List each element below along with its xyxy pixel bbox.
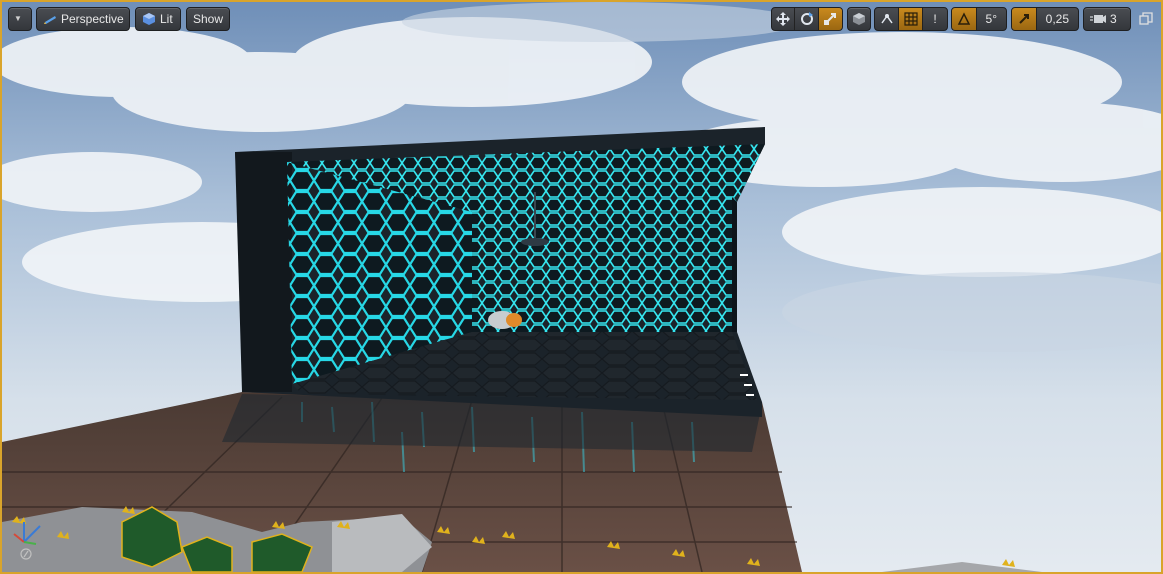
scale-snap-value[interactable]: 0,25 xyxy=(1037,8,1078,30)
maximize-icon[interactable] xyxy=(1139,12,1153,26)
grid-snap-icon xyxy=(903,12,918,26)
scale-snap-group: 0,25 xyxy=(1011,7,1079,31)
translate-button[interactable] xyxy=(772,8,796,30)
transform-mode-group xyxy=(771,7,843,31)
rotate-icon xyxy=(800,12,813,25)
scale-snap-button[interactable] xyxy=(1012,8,1037,30)
axis-gizmo-icon xyxy=(13,522,41,560)
surface-snap-button[interactable] xyxy=(875,8,900,30)
world-local-toggle[interactable] xyxy=(847,7,871,31)
scale-icon xyxy=(824,13,837,25)
grid-snap-value[interactable]: ! xyxy=(923,8,947,30)
translate-icon xyxy=(776,12,791,26)
grid-snap-button[interactable] xyxy=(899,8,924,30)
rotate-button[interactable] xyxy=(795,8,819,30)
surface-snap-icon xyxy=(880,14,893,24)
scale-button[interactable] xyxy=(818,8,842,30)
rotation-snap-group: 5° xyxy=(951,7,1007,31)
lit-sphere-icon xyxy=(142,12,156,26)
grid-snap-group: ! xyxy=(874,7,948,31)
lit-label: Lit xyxy=(160,12,173,26)
rotation-snap-button[interactable] xyxy=(952,8,977,30)
rotation-snap-icon xyxy=(957,12,970,25)
viewport-scene xyxy=(2,2,1161,572)
world-local-icon xyxy=(853,13,865,25)
perspective-cube-icon xyxy=(43,13,57,25)
show-label: Show xyxy=(192,12,224,26)
show-button[interactable]: Show xyxy=(186,7,230,31)
level-viewport[interactable]: ▼ Perspective Lit Show ! 5° 0,25 3 xyxy=(0,0,1163,574)
scale-snap-icon xyxy=(1019,14,1029,24)
camera-speed-button[interactable]: 3 xyxy=(1083,7,1131,31)
view-mode-lit-button[interactable]: Lit xyxy=(135,7,181,31)
perspective-label: Perspective xyxy=(61,12,124,26)
menu-caret-icon: ▼ xyxy=(14,14,22,23)
camera-speed-icon xyxy=(1090,15,1106,23)
rotation-snap-value[interactable]: 5° xyxy=(977,8,1006,30)
viewport-options-button[interactable]: ▼ xyxy=(8,7,32,31)
perspective-button[interactable]: Perspective xyxy=(36,7,130,31)
